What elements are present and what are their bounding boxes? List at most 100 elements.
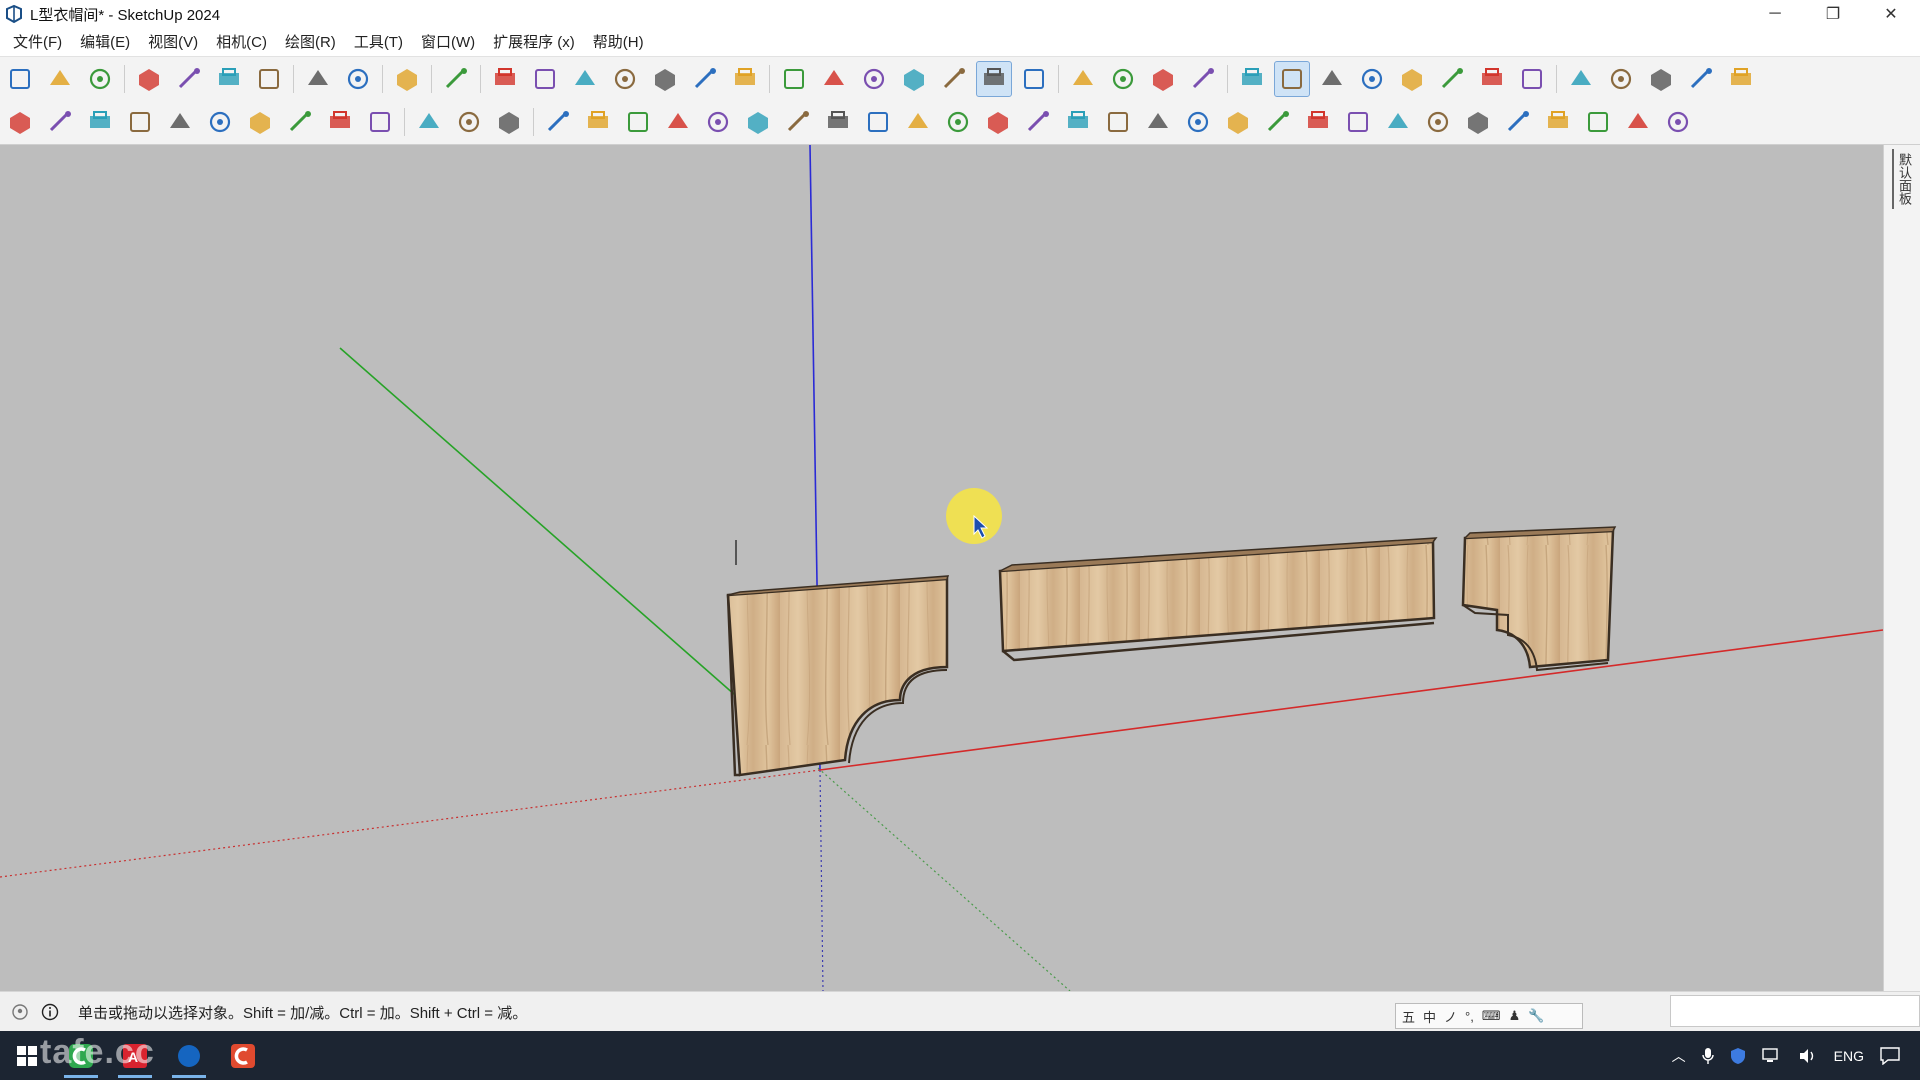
ime-keyboard-icon[interactable]: ⌨ bbox=[1482, 1008, 1501, 1024]
print-button[interactable] bbox=[389, 61, 425, 97]
ime-user-icon[interactable]: ♟ bbox=[1509, 1008, 1521, 1024]
extension-tool-button[interactable] bbox=[1140, 104, 1176, 140]
redo-button[interactable] bbox=[340, 61, 376, 97]
extension-tool-button[interactable] bbox=[820, 104, 856, 140]
extension-tool-button[interactable] bbox=[660, 104, 696, 140]
menu-extensions[interactable]: 扩展程序 (x) bbox=[484, 31, 584, 52]
hidden-line-button[interactable] bbox=[856, 61, 892, 97]
cut-button[interactable] bbox=[131, 61, 167, 97]
extension-tool-button[interactable] bbox=[940, 104, 976, 140]
extension-tool-button[interactable] bbox=[282, 104, 318, 140]
extension-tool-button[interactable] bbox=[42, 104, 78, 140]
extension-tool-button[interactable] bbox=[1420, 104, 1456, 140]
photo-texture-button[interactable] bbox=[1434, 61, 1470, 97]
scene-canvas[interactable] bbox=[0, 145, 1883, 991]
taskbar-app-recorder[interactable] bbox=[216, 1031, 270, 1080]
terrain-button[interactable] bbox=[1394, 61, 1430, 97]
extension-tool-button[interactable] bbox=[980, 104, 1016, 140]
geo-button[interactable] bbox=[1474, 61, 1510, 97]
ime-settings-icon[interactable]: 🔧 bbox=[1528, 1008, 1544, 1024]
taskbar-app-sketchup[interactable] bbox=[162, 1031, 216, 1080]
model-info-button[interactable] bbox=[438, 61, 474, 97]
extension-tool-button[interactable] bbox=[1540, 104, 1576, 140]
menu-window[interactable]: 窗口(W) bbox=[412, 31, 484, 52]
section-plane-button[interactable] bbox=[1065, 61, 1101, 97]
extension-tool-button[interactable] bbox=[82, 104, 118, 140]
extension-tool-button[interactable] bbox=[1060, 104, 1096, 140]
back-edges-button[interactable] bbox=[1016, 61, 1052, 97]
info-button[interactable] bbox=[1643, 61, 1679, 97]
account-button[interactable] bbox=[1723, 61, 1759, 97]
menu-help[interactable]: 帮助(H) bbox=[584, 31, 653, 52]
volume-icon[interactable] bbox=[1798, 1048, 1818, 1064]
extension-tool-button[interactable] bbox=[700, 104, 736, 140]
extension-tool-button[interactable] bbox=[740, 104, 776, 140]
copy-button[interactable] bbox=[171, 61, 207, 97]
save-button[interactable] bbox=[82, 61, 118, 97]
xray-button[interactable] bbox=[776, 61, 812, 97]
left-bracket-panel[interactable] bbox=[726, 575, 950, 777]
extension-tool-button[interactable] bbox=[491, 104, 527, 140]
default-tray-tab[interactable]: 默认面板 bbox=[1892, 149, 1914, 209]
geo-location-icon[interactable] bbox=[10, 1002, 30, 1022]
menu-edit[interactable]: 编辑(E) bbox=[71, 31, 139, 52]
microphone-icon[interactable] bbox=[1701, 1047, 1714, 1065]
extension-tool-button[interactable] bbox=[2, 104, 38, 140]
extension-tool-button[interactable] bbox=[1220, 104, 1256, 140]
extension-tool-button[interactable] bbox=[1500, 104, 1536, 140]
open-file-button[interactable] bbox=[42, 61, 78, 97]
ime-fullwidth[interactable]: ノ bbox=[1444, 1007, 1457, 1026]
section-fill-button[interactable] bbox=[1145, 61, 1181, 97]
warehouse-button[interactable] bbox=[1234, 61, 1270, 97]
menu-file[interactable]: 文件(F) bbox=[0, 31, 71, 52]
front-view-button[interactable] bbox=[567, 61, 603, 97]
add-location-button[interactable] bbox=[1354, 61, 1390, 97]
info-icon[interactable] bbox=[40, 1002, 60, 1022]
extension-tool-button[interactable] bbox=[1660, 104, 1696, 140]
right-view-button[interactable] bbox=[607, 61, 643, 97]
right-bracket-panel[interactable] bbox=[1461, 526, 1617, 672]
extension-tool-button[interactable] bbox=[540, 104, 576, 140]
cloud-button[interactable] bbox=[1514, 61, 1550, 97]
extension-tool-button[interactable] bbox=[1020, 104, 1056, 140]
extension-tool-button[interactable] bbox=[362, 104, 398, 140]
extension-tool-button[interactable] bbox=[1340, 104, 1376, 140]
extension-tool-button[interactable] bbox=[1580, 104, 1616, 140]
new-file-button[interactable] bbox=[2, 61, 38, 97]
input-language[interactable]: ENG bbox=[1834, 1048, 1864, 1064]
extension-tool-button[interactable] bbox=[202, 104, 238, 140]
close-button[interactable]: ✕ bbox=[1862, 0, 1920, 28]
extension-tool-button[interactable] bbox=[451, 104, 487, 140]
paste-button[interactable] bbox=[211, 61, 247, 97]
extension-tool-button[interactable] bbox=[1300, 104, 1336, 140]
show-hidden-icons-icon[interactable]: ︿ bbox=[1672, 1046, 1686, 1066]
ime-chinese-mode[interactable]: 中 bbox=[1423, 1007, 1436, 1026]
monochrome-button[interactable] bbox=[976, 61, 1012, 97]
ime-wubi[interactable]: 五 bbox=[1402, 1007, 1415, 1026]
extension-tool-button[interactable] bbox=[1180, 104, 1216, 140]
shaded-button[interactable] bbox=[896, 61, 932, 97]
share-model-button[interactable] bbox=[1274, 61, 1310, 97]
extension-tool-button[interactable] bbox=[1100, 104, 1136, 140]
extension-tool-button[interactable] bbox=[322, 104, 358, 140]
extension-tool-button[interactable] bbox=[620, 104, 656, 140]
iso-view-button[interactable] bbox=[487, 61, 523, 97]
top-view-button[interactable] bbox=[527, 61, 563, 97]
measurements-box[interactable] bbox=[1670, 995, 1920, 1027]
extension-tool-button[interactable] bbox=[1380, 104, 1416, 140]
erase-button[interactable] bbox=[251, 61, 287, 97]
menu-camera[interactable]: 相机(C) bbox=[207, 31, 276, 52]
notification-icon[interactable] bbox=[1880, 1046, 1900, 1065]
extension-tool-button[interactable] bbox=[780, 104, 816, 140]
undo-button[interactable] bbox=[300, 61, 336, 97]
model-viewport[interactable] bbox=[0, 145, 1883, 991]
extension-manager-button[interactable] bbox=[1563, 61, 1599, 97]
extension-tool-button[interactable] bbox=[411, 104, 447, 140]
security-shield-icon[interactable] bbox=[1730, 1047, 1746, 1065]
extension-tool-button[interactable] bbox=[1260, 104, 1296, 140]
ime-punctuation[interactable]: °, bbox=[1465, 1009, 1474, 1024]
extension-tool-button[interactable] bbox=[242, 104, 278, 140]
network-icon[interactable] bbox=[1761, 1047, 1782, 1064]
section-display-button[interactable] bbox=[1185, 61, 1221, 97]
extension-tool-button[interactable] bbox=[900, 104, 936, 140]
